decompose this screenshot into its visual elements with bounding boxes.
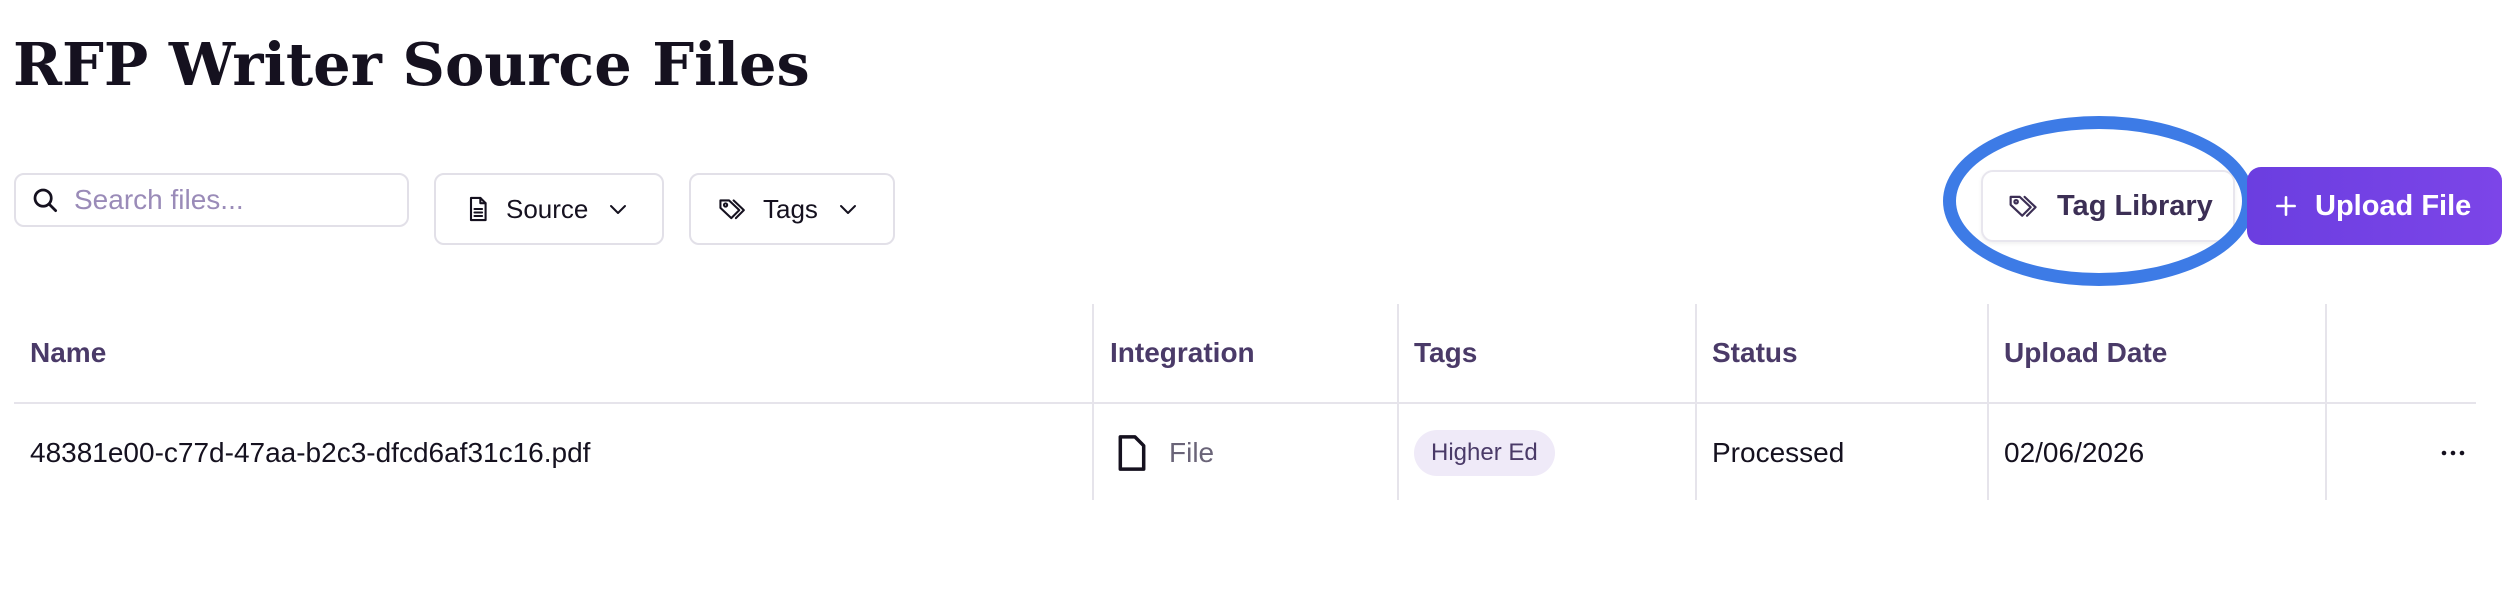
- tag-icon: [2009, 195, 2037, 217]
- files-table: Name Integration Tags Status Upload Date…: [14, 304, 2476, 502]
- tags-filter-label: Tags: [763, 193, 818, 224]
- table-header: Name Integration Tags Status Upload Date: [14, 304, 2476, 404]
- column-header-integration[interactable]: Integration: [1110, 304, 1255, 402]
- file-icon: [1118, 435, 1146, 471]
- column-divider: [2325, 304, 2327, 500]
- column-header-upload-date[interactable]: Upload Date: [2004, 304, 2167, 402]
- tags-filter-button[interactable]: Tags: [689, 173, 895, 245]
- tag-icon: [719, 199, 745, 220]
- source-filter-button[interactable]: Source: [434, 173, 664, 245]
- plus-icon: [2276, 196, 2296, 216]
- more-horizontal-icon: [2441, 450, 2465, 456]
- row-actions-button[interactable]: [2428, 404, 2478, 502]
- status-cell: Processed: [1712, 437, 1845, 468]
- column-header-status[interactable]: Status: [1712, 304, 1798, 402]
- integration-label: File: [1169, 437, 1215, 468]
- column-divider: [1695, 304, 1697, 500]
- source-filter-label: Source: [506, 193, 589, 224]
- tags-cell: Higher Ed: [1414, 404, 1555, 502]
- column-divider: [1987, 304, 1989, 500]
- column-divider: [1397, 304, 1399, 500]
- tag-library-button[interactable]: Tag Library: [1981, 170, 2235, 242]
- search-box[interactable]: [14, 173, 409, 227]
- document-icon: [469, 196, 487, 222]
- upload-date-cell: 02/06/2026: [2004, 437, 2145, 468]
- column-divider: [1092, 304, 1094, 500]
- chevron-down-icon: [839, 205, 856, 214]
- integration-cell: File: [1117, 404, 1214, 502]
- search-icon: [33, 188, 57, 212]
- column-header-name[interactable]: Name: [30, 304, 106, 402]
- search-input[interactable]: [72, 183, 376, 217]
- upload-file-label: Upload File: [2315, 189, 2472, 222]
- tag-badge[interactable]: Higher Ed: [1414, 430, 1555, 476]
- table-row[interactable]: 48381e00-c77d-47aa-b2c3-dfcd6af31c16.pdf…: [14, 404, 2476, 502]
- upload-file-button[interactable]: Upload File: [2247, 167, 2502, 245]
- column-header-tags[interactable]: Tags: [1414, 304, 1477, 402]
- file-name-cell[interactable]: 48381e00-c77d-47aa-b2c3-dfcd6af31c16.pdf: [30, 404, 590, 502]
- page-title: RFP Writer Source Files: [13, 30, 810, 99]
- tag-library-label: Tag Library: [2057, 189, 2213, 222]
- chevron-down-icon: [610, 205, 627, 214]
